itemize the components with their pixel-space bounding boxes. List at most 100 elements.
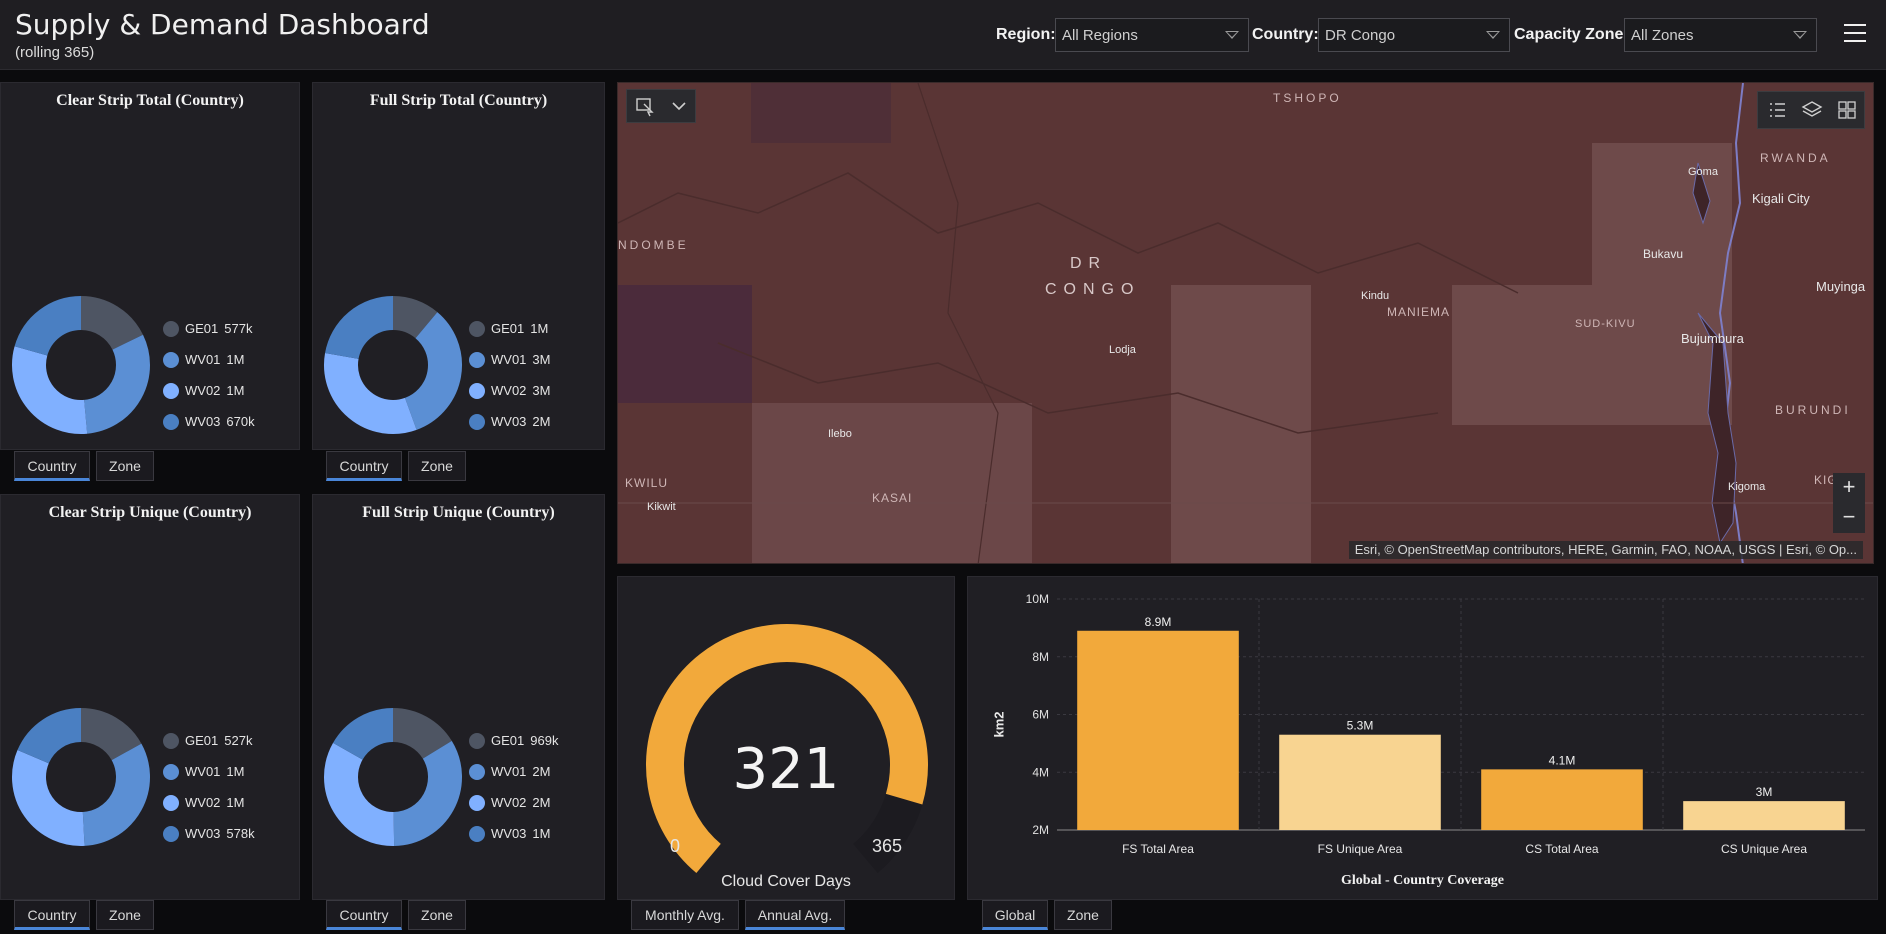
basemap-gallery-icon[interactable] [1830,94,1864,126]
zoom-out-button[interactable]: − [1833,503,1865,533]
tab-zone[interactable]: Zone [96,451,154,481]
hamburger-menu-icon[interactable] [1844,24,1866,42]
donut-legend: GE01 969k WV01 2M WV02 2M WV03 1M [469,733,558,857]
tab-zone[interactable]: Zone [96,900,154,930]
map-label: NDOMBE [618,238,689,252]
map-label: KASAI [872,491,913,505]
legend-item-wv03: WV03 2M [469,414,550,445]
legend-value: 1M [532,826,551,841]
map-features [618,83,1873,563]
y-tick-label: 8M [1032,650,1049,664]
donut-slice-wv02 [12,346,88,434]
legend-swatch [469,414,485,430]
legend-item-wv01: WV01 1M [163,352,255,383]
panel-title: Clear Strip Unique (Country) [48,504,252,521]
legend-swatch [469,733,485,749]
bar-chart: 2M 4M 6M 8M 10M 8.9M FS Total Area 5.3M FS Uniq… [1026,592,1865,856]
legend-item-wv01: WV01 1M [163,764,255,795]
region-select-value: All Regions [1062,27,1138,44]
bar-cs-total-area[interactable] [1481,769,1643,830]
legend-swatch [469,826,485,842]
donut-slice-ge01 [392,708,452,760]
tab-country[interactable]: Country [326,451,402,481]
country-select-value: DR Congo [1325,27,1396,44]
capacity-zone-select[interactable]: All Zones [1624,18,1817,52]
tab-monthly-avg[interactable]: Monthly Avg. [631,900,739,930]
donut-slice-wv01 [83,334,150,434]
legend-value: 2M [532,764,551,779]
legend-label: GE01 [491,733,525,748]
legend-item-ge01: GE01 577k [163,321,255,352]
legend-label: GE01 [491,321,525,336]
donut-slice-wv02 [12,750,85,846]
y-tick-label: 2M [1032,823,1049,837]
country-select[interactable]: DR Congo [1318,18,1510,52]
map-label: DR [1070,255,1108,272]
legend-list-icon[interactable] [1760,94,1794,126]
chevron-down-icon[interactable] [663,90,695,122]
donut-slice-ge01 [80,708,142,761]
legend-item-wv02: WV02 1M [163,383,255,414]
legend-item-ge01: GE01 527k [163,733,255,764]
legend-item-wv01: WV01 3M [469,352,550,383]
legend-value: 1M [226,352,245,367]
donut-slice-wv03 [17,708,82,765]
country-filter-label: Country: [1252,26,1319,43]
bar-fs-unique-area[interactable] [1279,734,1441,830]
legend-value: 969k [530,733,559,748]
legend-item-wv01: WV01 2M [469,764,558,795]
map-label: Bukavu [1643,247,1684,261]
legend-swatch [469,383,485,399]
bar-cs-unique-area[interactable] [1683,801,1845,830]
donut-legend: GE01 1M WV01 3M WV02 3M WV03 2M [469,321,550,445]
legend-swatch [469,764,485,780]
donut-slice-wv03 [325,296,394,360]
full-strip-unique-panel: Full Strip Unique (Country) GE01 969k WV01… [312,494,605,900]
legend-item-wv02: WV02 3M [469,383,550,414]
legend-swatch [469,321,485,337]
legend-value: 578k [226,826,255,841]
dashboard-header: Supply & Demand Dashboard (rolling 365) … [0,0,1886,70]
legend-label: WV01 [185,764,221,779]
donut-slice-ge01 [392,296,438,339]
zoom-in-button[interactable]: + [1833,473,1865,503]
donut-slice-wv03 [333,708,394,761]
donut-chart [12,708,150,846]
donut-slice-wv02 [324,353,417,434]
legend-item-wv03: WV03 670k [163,414,255,445]
donut-slice-wv03 [14,296,82,357]
layers-icon[interactable] [1795,94,1829,126]
donut-slice-wv01 [404,312,462,430]
clear-strip-total-panel: Clear Strip Total (Country) GE01 577k WV01… [0,82,300,450]
tab-zone[interactable]: Zone [1054,900,1112,930]
tab-country[interactable]: Country [14,451,90,481]
legend-label: GE01 [185,321,219,336]
y-axis-label: km2 [991,711,1007,738]
select-features-icon[interactable] [627,90,661,122]
region-select[interactable]: All Regions [1055,18,1249,52]
legend-swatch [163,795,179,811]
tab-zone[interactable]: Zone [408,451,466,481]
gauge-value: 321 [732,737,840,802]
map-attribution: Esri, © OpenStreetMap contributors, HERE… [1348,541,1863,559]
legend-label: GE01 [185,733,219,748]
legend-swatch [163,764,179,780]
tab-annual-avg[interactable]: Annual Avg. [745,900,845,930]
legend-label: WV02 [491,383,527,398]
chevron-down-icon [1793,31,1807,39]
map-view[interactable]: TSHOPO RWANDA Goma Kigali City NDOMBE DR… [617,82,1874,564]
donut-legend: GE01 577k WV01 1M WV02 1M WV03 670k [163,321,255,445]
tab-country[interactable]: Country [326,900,402,930]
tab-global[interactable]: Global [982,900,1048,930]
legend-label: WV01 [185,352,221,367]
cloud-cover-gauge-panel: 321 0 365 Cloud Cover Days [617,576,955,900]
tab-zone[interactable]: Zone [408,900,466,930]
legend-value: 577k [224,321,253,336]
tab-country[interactable]: Country [14,900,90,930]
chevron-down-icon [1486,31,1500,39]
bar-fs-total-area[interactable] [1077,630,1239,830]
map-label: TSHOPO [1273,91,1342,105]
legend-swatch [469,795,485,811]
page-subtitle: (rolling 365) [15,44,95,61]
map-label: Bujumbura [1681,331,1744,346]
